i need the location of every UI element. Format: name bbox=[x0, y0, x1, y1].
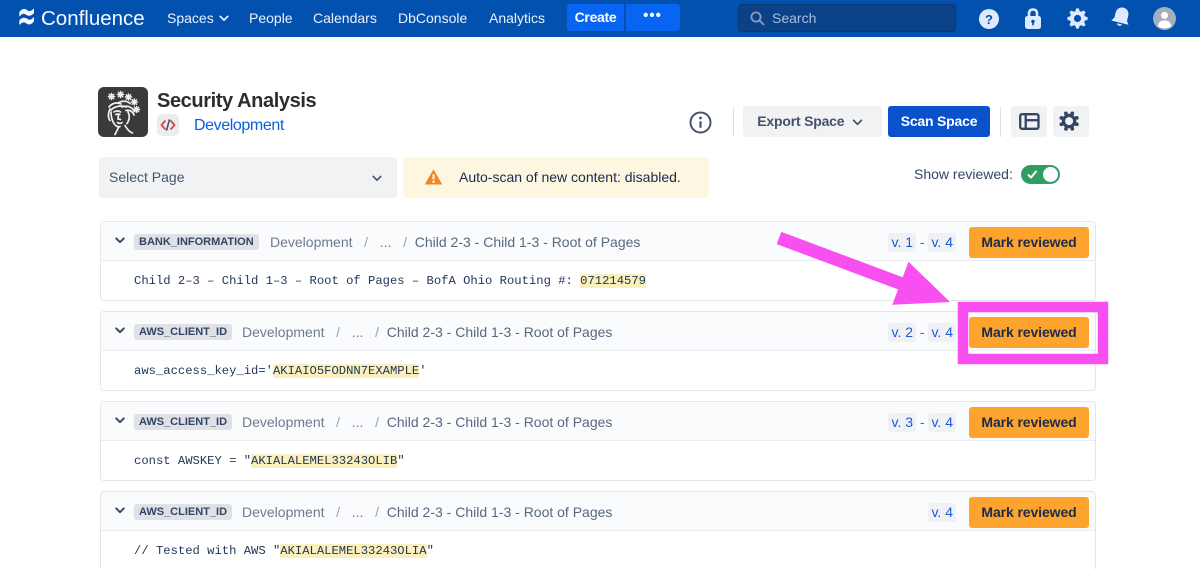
svg-text:?: ? bbox=[985, 12, 993, 27]
